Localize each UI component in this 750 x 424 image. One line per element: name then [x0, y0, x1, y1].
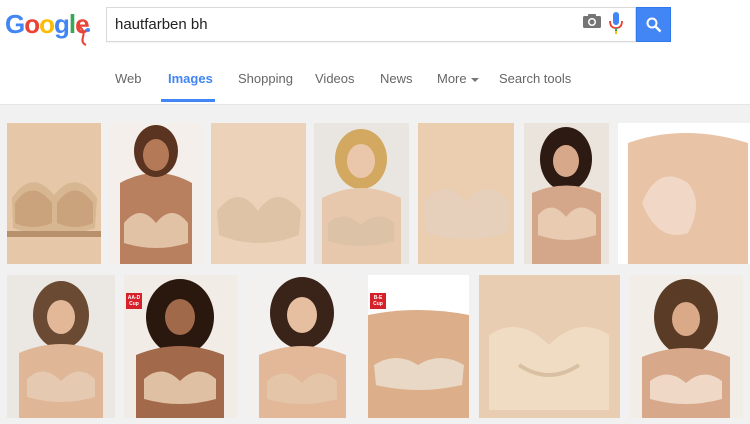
tab-web[interactable]: Web: [115, 71, 142, 86]
logo-letter-o: o: [24, 9, 40, 39]
image-result[interactable]: B-E Cup: [368, 275, 469, 418]
image-result[interactable]: [524, 123, 609, 264]
image-result[interactable]: [479, 275, 620, 418]
tab-more-label: More: [437, 71, 467, 86]
active-tab-indicator: [161, 99, 215, 102]
logo-letter-o2: o: [39, 9, 55, 39]
search-button[interactable]: [636, 7, 671, 42]
image-result[interactable]: [314, 123, 409, 264]
image-result[interactable]: [418, 123, 514, 264]
image-thumbnail: [418, 123, 514, 264]
image-result[interactable]: [247, 275, 358, 418]
tab-news[interactable]: News: [380, 71, 413, 86]
tab-more[interactable]: More: [437, 71, 479, 86]
image-thumbnail: [211, 123, 306, 264]
image-thumbnail: [7, 275, 115, 418]
image-result[interactable]: [618, 123, 750, 264]
image-result[interactable]: AA-D Cup: [124, 275, 237, 418]
image-result[interactable]: [110, 123, 202, 264]
doodle-icon: [79, 26, 90, 46]
image-thumbnail: [618, 123, 750, 264]
image-thumbnail: [524, 123, 609, 264]
magnifier-icon: [646, 17, 662, 33]
chevron-down-icon: [470, 77, 479, 82]
image-thumbnail: [7, 123, 101, 264]
search-box[interactable]: [106, 7, 636, 42]
tab-shopping[interactable]: Shopping: [238, 71, 293, 86]
image-thumbnail: [110, 123, 202, 264]
cup-size-badge: AA-D Cup: [126, 293, 142, 309]
tab-videos[interactable]: Videos: [315, 71, 355, 86]
logo-letter-g: G: [5, 9, 25, 39]
microphone-icon[interactable]: [609, 12, 623, 34]
image-thumbnail: [247, 275, 358, 418]
image-thumbnail: [479, 275, 620, 418]
tab-images[interactable]: Images: [168, 71, 213, 86]
tab-search-tools[interactable]: Search tools: [499, 71, 571, 86]
image-result[interactable]: [7, 123, 101, 264]
image-result[interactable]: [630, 275, 743, 418]
image-result[interactable]: [211, 123, 306, 264]
header-bar: Google: [0, 0, 750, 49]
logo-letter-g2: g: [54, 9, 70, 39]
image-thumbnail: [314, 123, 409, 264]
search-tabs-bar: Web Images Shopping Videos News More Sea…: [0, 49, 750, 105]
image-result[interactable]: [7, 275, 115, 418]
search-input[interactable]: [115, 16, 555, 33]
google-logo[interactable]: Google: [5, 7, 95, 47]
camera-icon[interactable]: [583, 14, 601, 28]
image-thumbnail: [630, 275, 743, 418]
cup-size-badge: B-E Cup: [370, 293, 386, 309]
